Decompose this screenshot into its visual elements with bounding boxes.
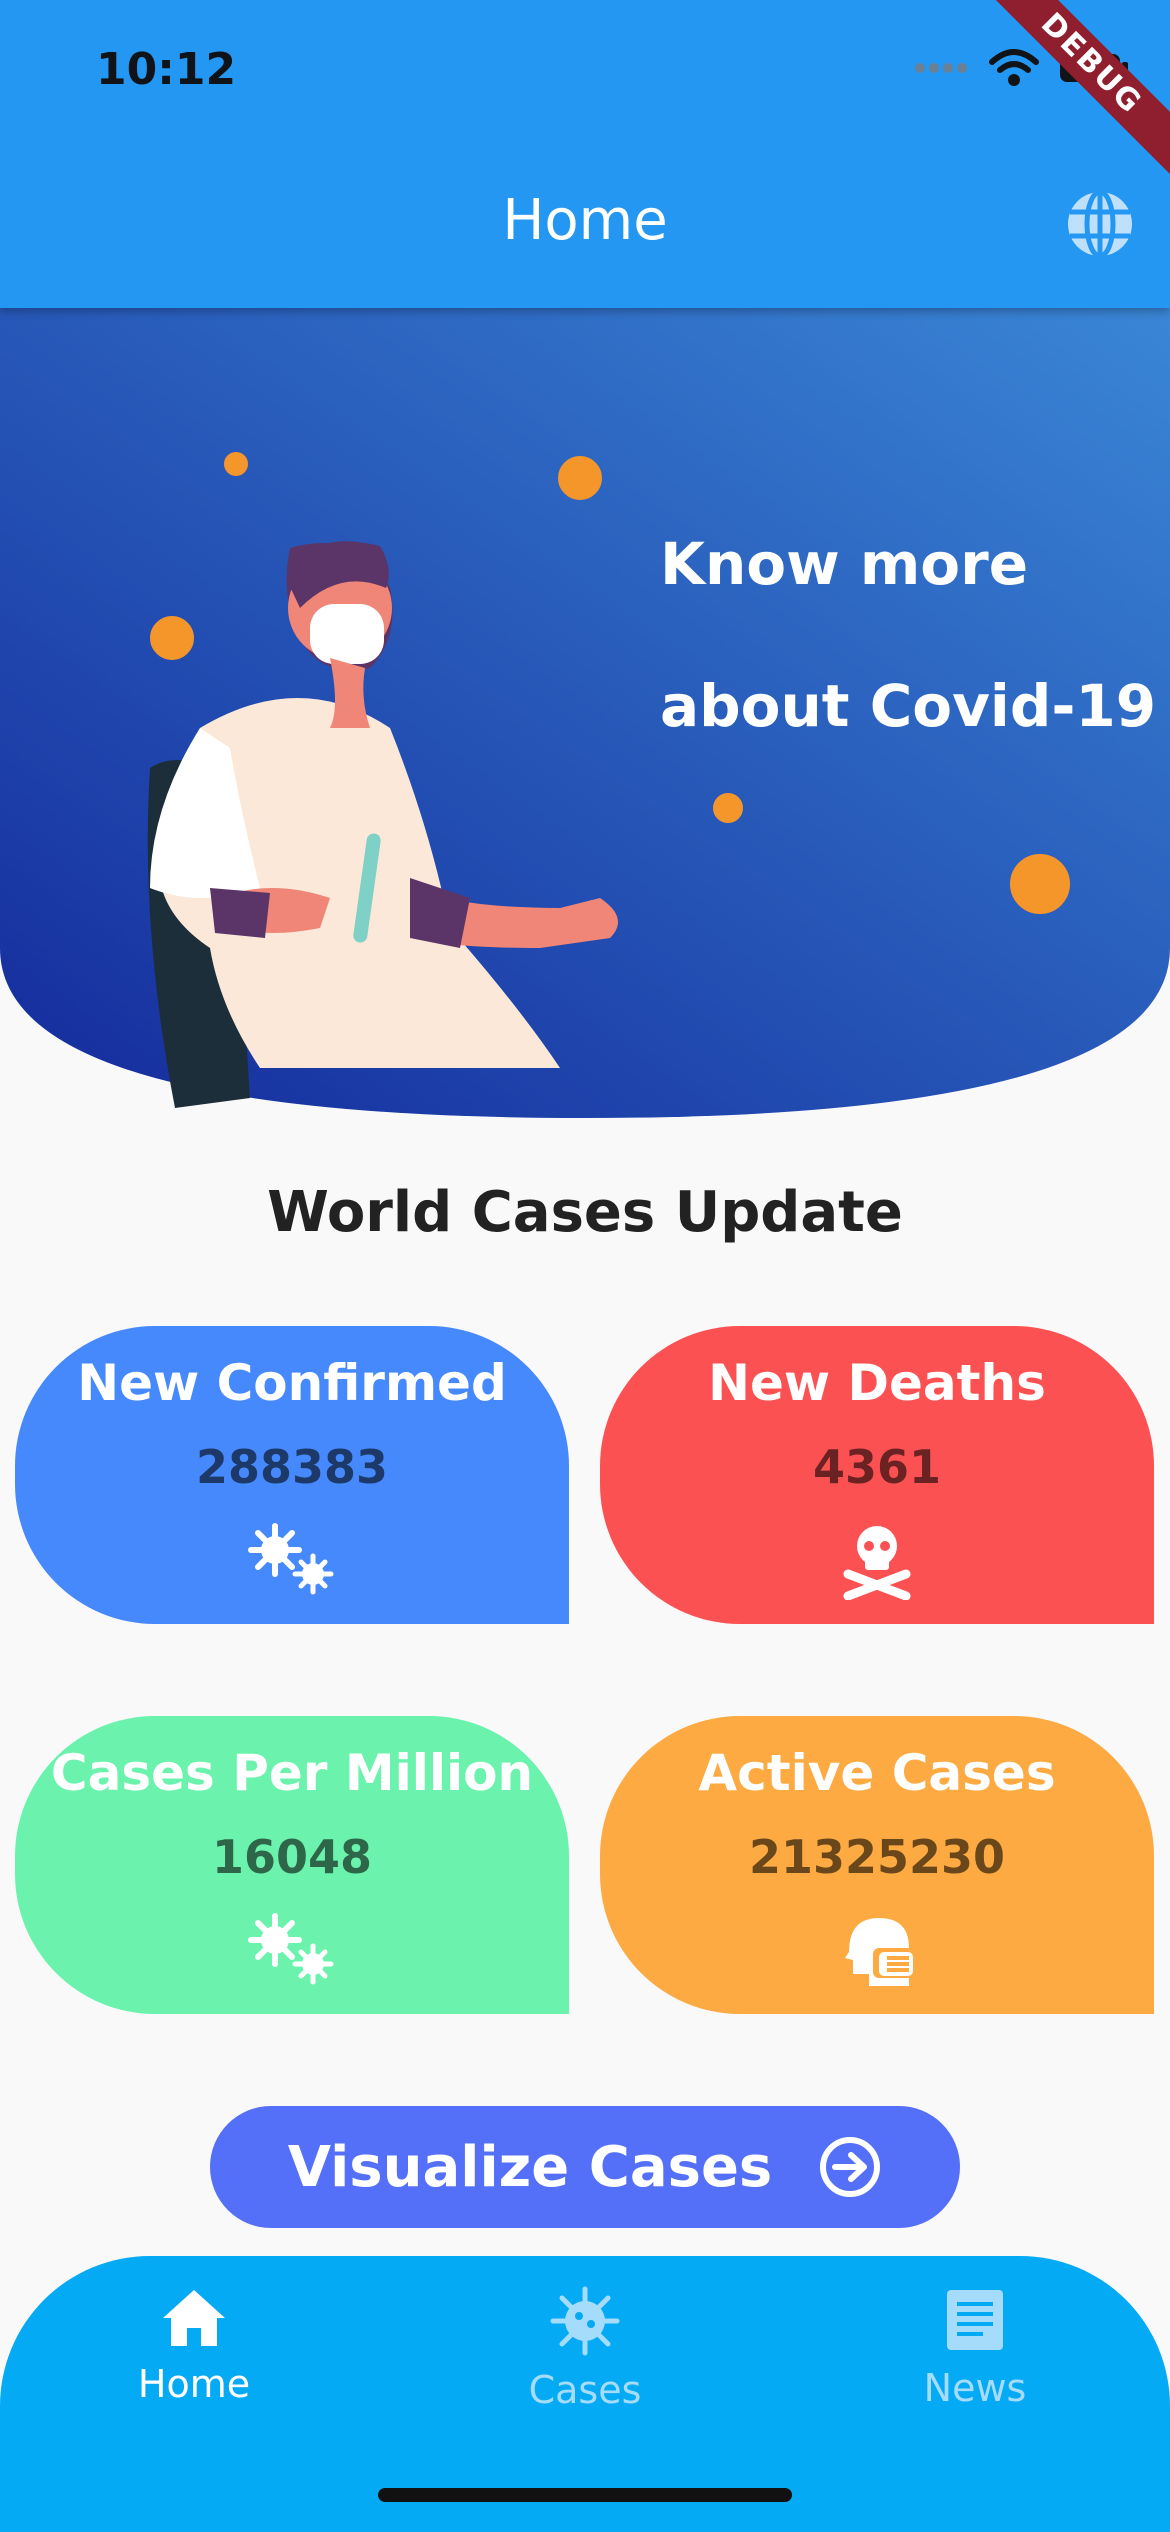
hero-headline-line1: Know more <box>660 530 1029 598</box>
card-new-deaths[interactable]: New Deaths 4361 <box>600 1326 1154 1624</box>
card-label: Cases Per Million <box>50 1744 534 1802</box>
card-label: Active Cases <box>698 1744 1056 1802</box>
nav-item-news[interactable]: News <box>845 2286 1105 2410</box>
arrow-circle-right-icon <box>820 2137 881 2197</box>
app-bar: 10:12 DEBUG Home <box>0 0 1170 308</box>
card-label: New Deaths <box>708 1354 1046 1412</box>
home-indicator <box>378 2488 792 2502</box>
card-value: 4361 <box>812 1440 942 1494</box>
home-icon <box>163 2290 225 2346</box>
hero-headline-line2: about Covid-19 <box>660 672 1157 740</box>
page-title: Home <box>502 188 668 253</box>
visualize-cases-label: Visualize Cases <box>287 2134 773 2200</box>
nav-item-cases[interactable]: Cases <box>455 2286 715 2412</box>
skull-crossbones-icon <box>843 1526 911 1600</box>
wifi-icon <box>989 49 1039 86</box>
head-mask-icon <box>845 1918 913 1986</box>
status-time: 10:12 <box>96 44 237 95</box>
card-cases-per-million[interactable]: Cases Per Million 16048 <box>15 1716 569 2014</box>
virus-cells-icon <box>248 1913 334 1985</box>
visualize-cases-button[interactable]: Visualize Cases <box>210 2106 960 2228</box>
card-value: 21325230 <box>748 1830 1006 1884</box>
newspaper-icon <box>947 2290 1003 2350</box>
nav-label-cases: Cases <box>528 2368 642 2412</box>
card-new-confirmed[interactable]: New Confirmed 288383 <box>15 1326 569 1624</box>
virus-cells-icon <box>248 1523 334 1595</box>
virus-icon <box>550 2286 620 2356</box>
signal-icon <box>915 63 967 73</box>
card-active-cases[interactable]: Active Cases 21325230 <box>600 1716 1154 2014</box>
nav-item-home[interactable]: Home <box>64 2286 324 2406</box>
card-value: 288383 <box>195 1440 389 1494</box>
nav-label-news: News <box>923 2366 1027 2410</box>
card-label: New Confirmed <box>77 1354 507 1412</box>
nav-label-home: Home <box>137 2362 251 2406</box>
section-title: World Cases Update <box>267 1180 903 1245</box>
globe-icon[interactable] <box>1064 188 1136 260</box>
hero-banner: Know more about Covid-19 <box>0 308 1170 1118</box>
card-value: 16048 <box>211 1830 373 1884</box>
debug-banner: DEBUG <box>958 0 1170 197</box>
